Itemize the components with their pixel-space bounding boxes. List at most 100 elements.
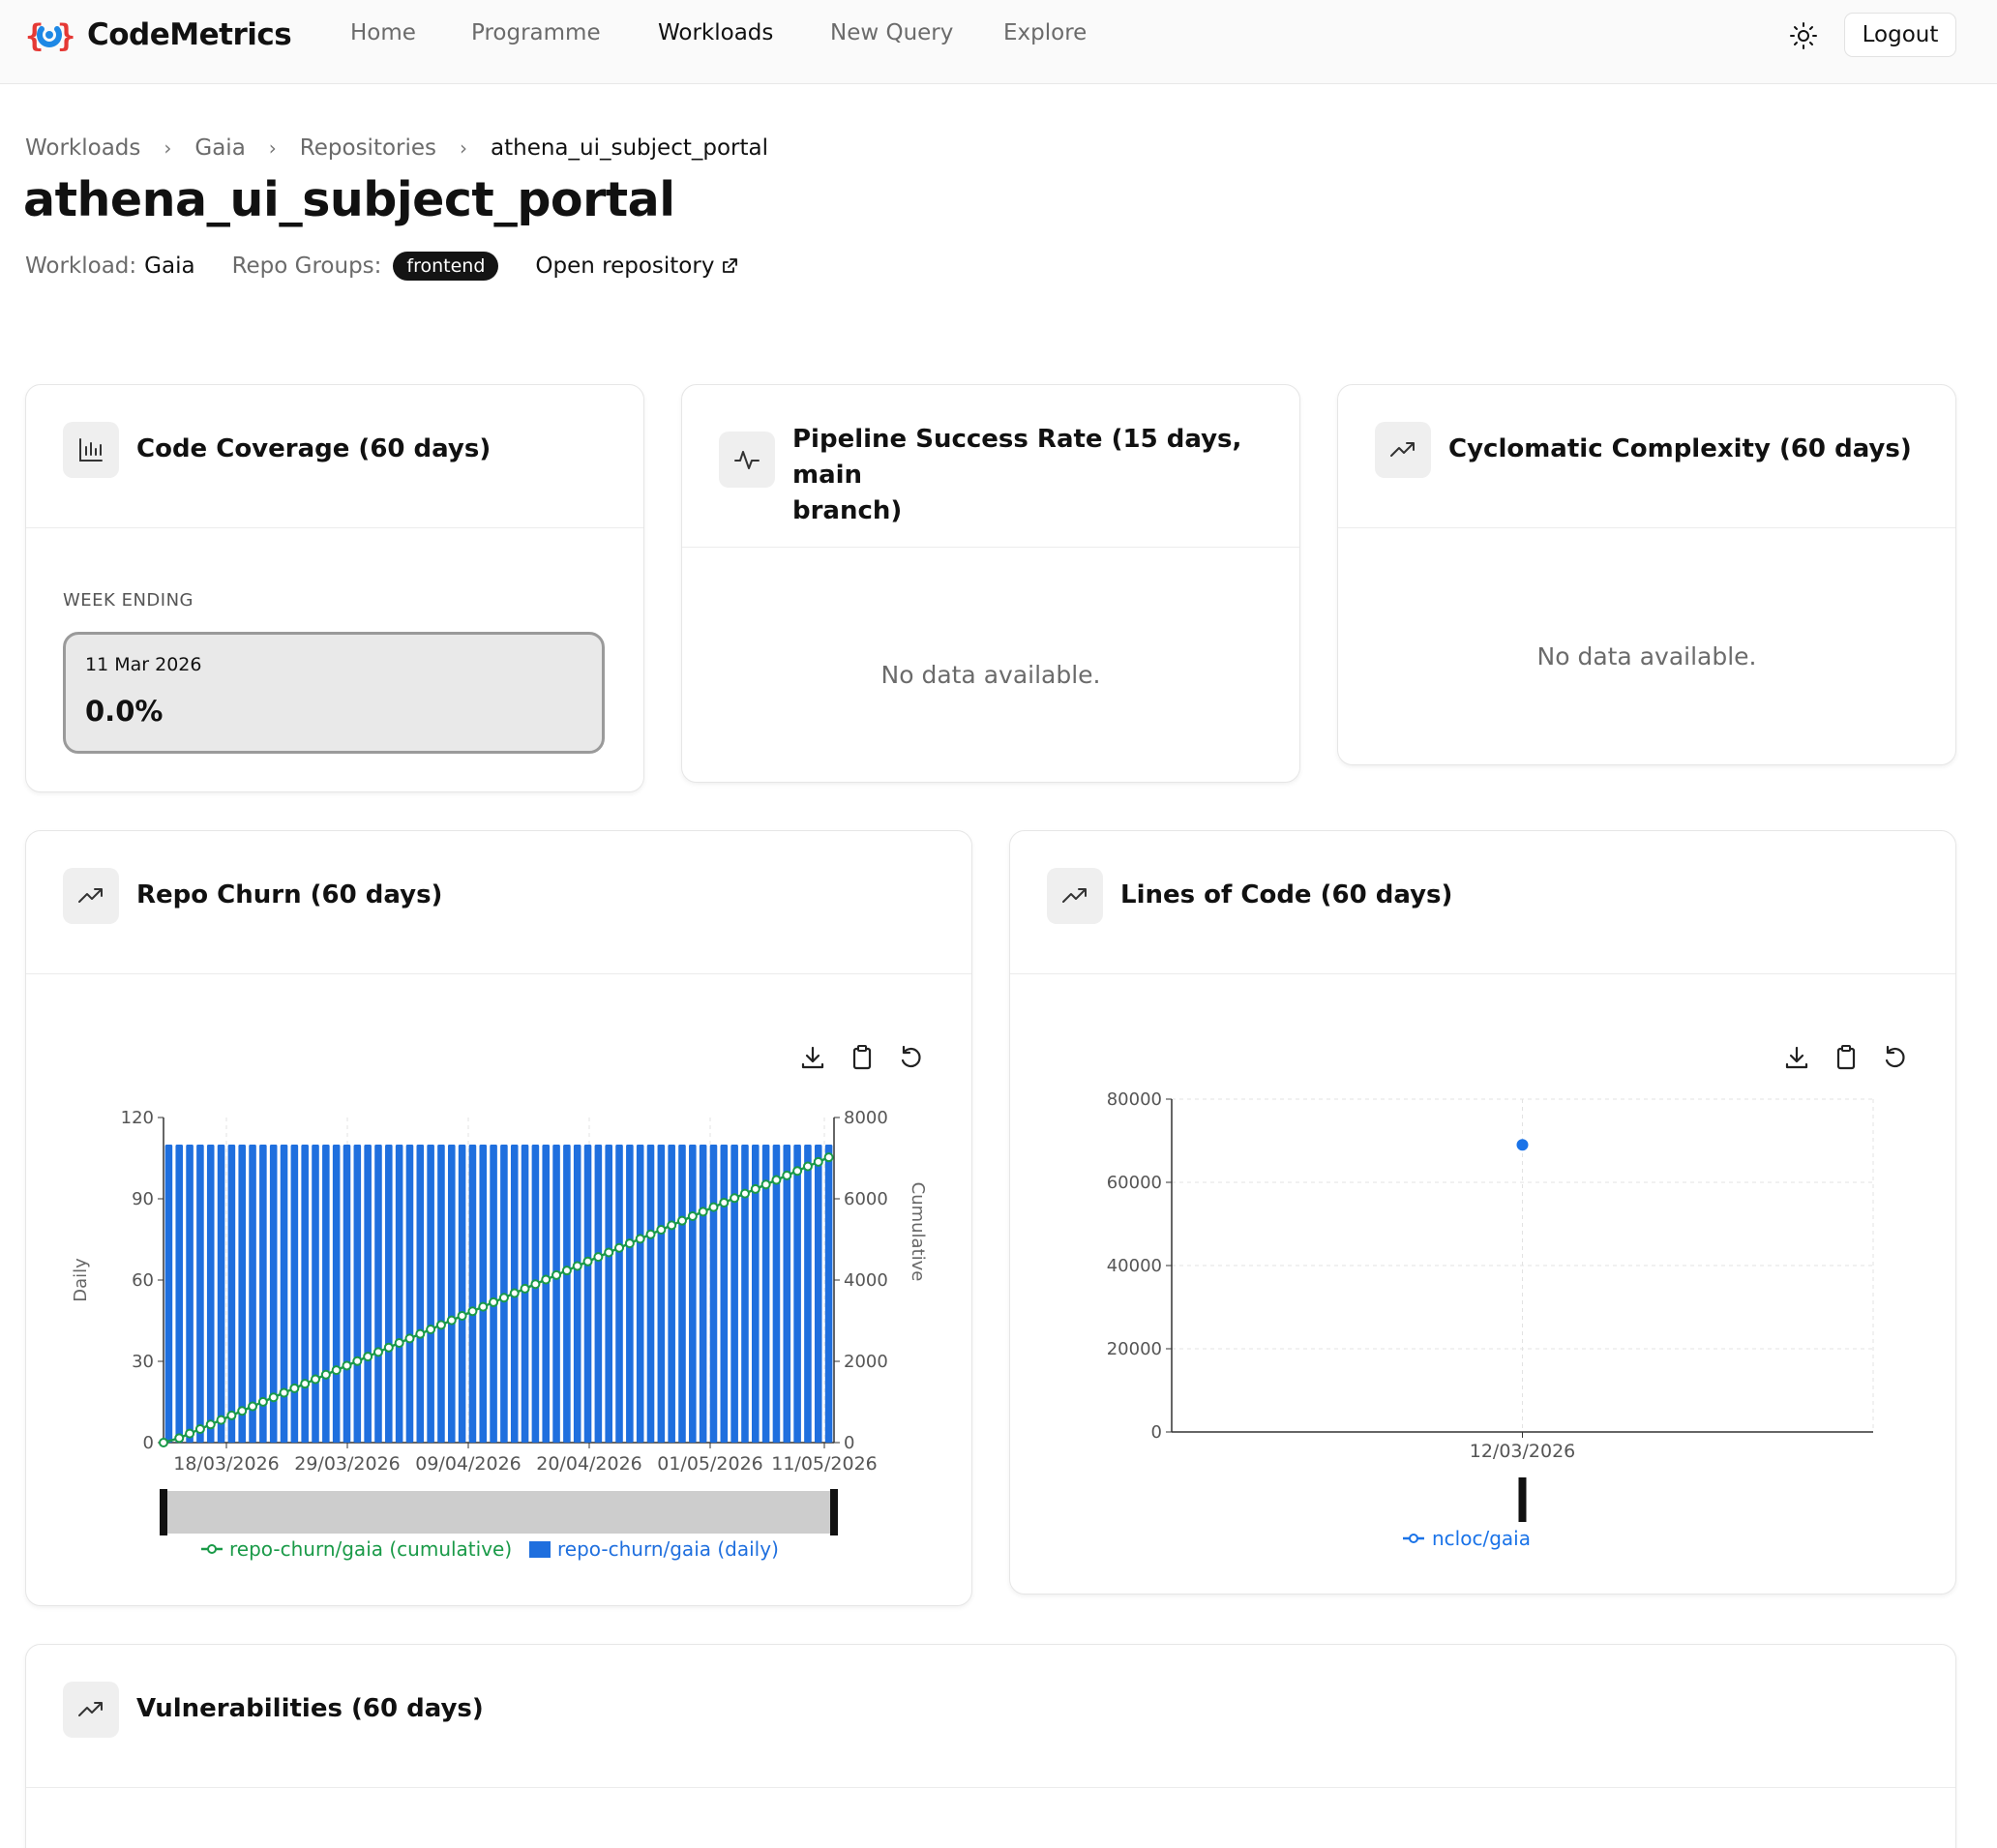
bar-chart-icon [63,422,119,478]
daily-bar [699,1145,707,1443]
cumulative-point [604,1247,614,1258]
daily-bar [720,1145,729,1443]
daily-bar [657,1145,666,1443]
cumulative-point [311,1374,321,1385]
cumulative-point [667,1220,677,1231]
external-link-icon [723,258,738,273]
cumulative-point [635,1234,645,1244]
cumulative-point [159,1438,168,1447]
x-tick-label: 09/04/2026 [415,1453,522,1475]
logout-button[interactable]: Logout [1844,13,1956,57]
breadcrumb-repositories[interactable]: Repositories [300,135,436,161]
daily-bar [542,1145,551,1443]
cumulative-point [730,1193,740,1204]
daily-bar [709,1145,718,1443]
daily-bar [490,1145,497,1443]
cumulative-point [194,1423,205,1434]
legend-item-daily[interactable]: repo-churn/gaia (daily) [529,1537,779,1561]
y-tick-label: 80000 [1107,1089,1162,1110]
codemetrics-logo-icon: { } [25,17,74,54]
left-tick-label: 60 [132,1270,154,1291]
cumulative-point [676,1215,687,1226]
daily-bar [385,1145,393,1443]
cumulative-point [320,1369,331,1380]
coverage-date: 11 Mar 2026 [85,654,202,675]
right-axis-label: Cumulative [908,1182,928,1282]
cumulative-point [582,1256,593,1267]
daily-bar [552,1145,560,1443]
breadcrumb-workloads[interactable]: Workloads [25,135,140,161]
workload-label: Workload: [25,253,137,279]
activity-icon [719,432,775,488]
daily-bar [405,1145,414,1443]
cumulative-point [342,1360,352,1371]
nav-new-query[interactable]: New Query [830,20,953,45]
cumulative-point [792,1166,803,1177]
chevron-right-icon: › [164,136,172,160]
cumulative-point [645,1229,656,1239]
cumulative-point [404,1333,415,1344]
cumulative-point [237,1406,248,1416]
vulnerabilities-card: Vulnerabilities (60 days) [25,1644,1956,1848]
daily-bar [395,1145,403,1443]
nav-home[interactable]: Home [350,20,416,45]
daily-bar [646,1145,655,1443]
zoom-slider-handle[interactable] [1518,1477,1527,1522]
nav-explore[interactable]: Explore [1003,20,1087,45]
daily-bar [668,1145,675,1443]
cumulative-point [205,1419,216,1430]
cumulative-point [383,1342,394,1353]
cumulative-point [498,1293,509,1303]
card-title: Cyclomatic Complexity (60 days) [1448,434,1912,463]
legend-point-swatch [207,1544,217,1554]
coverage-week-item[interactable]: 11 Mar 2026 0.0% [63,632,605,754]
card-title: Pipeline Success Rate (15 days, main bra… [792,422,1299,529]
daily-bar [636,1145,644,1443]
x-tick-label: 01/05/2026 [657,1453,763,1475]
cumulative-point [352,1356,363,1366]
zoom-handle-left[interactable] [160,1489,167,1535]
cumulative-point [248,1401,258,1412]
sun-icon[interactable] [1787,19,1820,52]
cumulative-point [279,1387,289,1398]
cumulative-point [750,1183,760,1194]
daily-bar [249,1145,256,1443]
daily-bar [479,1145,488,1443]
week-ending-label: WEEK ENDING [63,590,194,611]
zoom-slider-track[interactable] [164,1491,834,1534]
daily-bar [353,1145,362,1443]
nav-workloads[interactable]: Workloads [658,20,773,45]
app-logo[interactable]: { } CodeMetrics [25,15,292,54]
cumulative-point [509,1288,520,1298]
daily-bar [573,1145,581,1443]
trending-up-icon [1375,422,1431,478]
cumulative-point [687,1211,698,1221]
daily-bar [238,1145,247,1443]
daily-bar [793,1145,801,1443]
right-tick-label: 6000 [844,1189,888,1209]
trending-up-icon [63,1682,119,1738]
daily-bar [678,1145,686,1443]
right-tick-label: 0 [844,1433,854,1453]
cumulative-point [802,1161,813,1172]
left-tick-label: 30 [132,1352,154,1372]
repo-group-badge[interactable]: frontend [393,252,499,281]
workload-value: Gaia [144,253,195,279]
breadcrumb-gaia[interactable]: Gaia [194,135,245,161]
daily-bar [227,1145,236,1443]
cumulative-point [782,1170,792,1180]
cumulative-point [813,1156,823,1167]
cumulative-point [394,1338,404,1349]
zoom-handle-right[interactable] [830,1489,838,1535]
card-header: Code Coverage (60 days) [26,385,643,528]
cumulative-point [446,1315,457,1326]
cumulative-point [478,1301,489,1312]
open-repository-link[interactable]: Open repository [535,253,739,279]
cumulative-point [760,1179,771,1190]
legend-item-cumulative[interactable]: repo-churn/gaia (cumulative) [201,1537,512,1561]
cumulative-point [541,1274,551,1285]
nav-programme[interactable]: Programme [471,20,601,45]
legend-item-ncloc[interactable]: ncloc/gaia [1403,1527,1531,1550]
cumulative-point [739,1188,750,1199]
cumulative-point [174,1433,185,1444]
